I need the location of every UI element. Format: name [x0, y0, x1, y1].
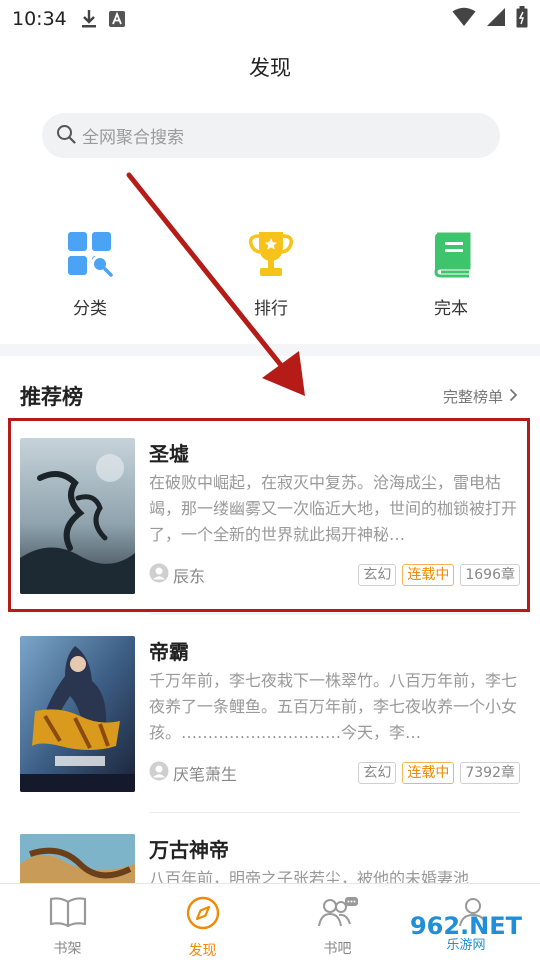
signal-icon	[486, 7, 506, 31]
text-notification-icon	[108, 11, 125, 27]
nav-label: 书架	[53, 941, 82, 957]
watermark-main: 962.NET	[409, 912, 523, 940]
trophy-icon	[247, 230, 295, 278]
book-title: 帝霸	[149, 640, 189, 664]
book-cover	[20, 834, 135, 883]
nav-community[interactable]: 书吧	[270, 884, 405, 960]
author-name: 厌笔萧生	[173, 765, 238, 784]
user-avatar-icon	[149, 761, 169, 785]
category-grid-icon	[66, 230, 114, 278]
entry-label: 分类	[73, 299, 107, 319]
bookshelf-icon	[49, 896, 87, 932]
quick-entries: 分类 排行 完本	[0, 230, 540, 320]
genre-tag: 玄幻	[358, 762, 397, 784]
search-icon	[56, 124, 76, 148]
nav-discover[interactable]: 发现	[135, 884, 270, 960]
nav-label: 发现	[188, 943, 217, 959]
entry-label: 排行	[254, 299, 288, 319]
book-description: 八百年前，明帝之子张若尘，被他的未婚妻池	[149, 869, 470, 883]
book-cover	[20, 636, 135, 792]
section-divider	[0, 344, 540, 356]
book-title: 万古神帝	[149, 838, 229, 862]
page-title: 发现	[249, 56, 291, 80]
highlight-annotation-box	[8, 418, 530, 612]
book-item[interactable]: 万古神帝 八百年前，明帝之子张若尘，被他的未婚妻池	[20, 834, 520, 883]
search-placeholder: 全网聚合搜索	[82, 128, 184, 148]
status-bar: 10:34	[0, 0, 540, 38]
compass-icon	[186, 896, 220, 934]
battery-icon	[516, 6, 528, 32]
full-list-link[interactable]: 完整榜单	[443, 386, 518, 407]
chevron-right-icon	[509, 388, 518, 406]
entry-completed[interactable]: 完本	[391, 230, 511, 319]
nav-label: 书吧	[323, 941, 352, 957]
entry-label: 完本	[434, 299, 468, 319]
book-author: 厌笔萧生	[149, 761, 237, 785]
book-tags: 玄幻 连载中 7392章	[358, 762, 520, 784]
list-divider	[150, 613, 520, 614]
book-description: 千万年前，李七夜栽下一株翠竹。八百万年前，李七夜养了一条鲤鱼。五百万年前，李七夜…	[149, 671, 518, 742]
entry-category[interactable]: 分类	[30, 230, 150, 319]
site-watermark-logo: 962.NET 乐游网	[400, 912, 532, 956]
list-divider	[150, 812, 520, 813]
status-time: 10:34	[12, 8, 67, 30]
chapter-count-tag: 7392章	[460, 762, 520, 784]
book-icon	[427, 230, 475, 278]
watermark-sub: 乐游网	[442, 938, 490, 954]
download-icon	[81, 9, 97, 29]
book-item[interactable]: 帝霸 千万年前，李七夜栽下一株翠竹。八百万年前，李七夜养了一条鲤鱼。五百万年前，…	[20, 636, 520, 792]
wifi-icon	[452, 7, 476, 31]
search-bar[interactable]: 全网聚合搜索	[42, 113, 500, 158]
community-icon	[317, 896, 359, 932]
nav-bookshelf[interactable]: 书架	[0, 884, 135, 960]
full-list-label: 完整榜单	[442, 388, 503, 406]
entry-ranking[interactable]: 排行	[211, 230, 331, 319]
section-title: 推荐榜	[20, 385, 83, 409]
status-tag: 连载中	[402, 762, 455, 784]
